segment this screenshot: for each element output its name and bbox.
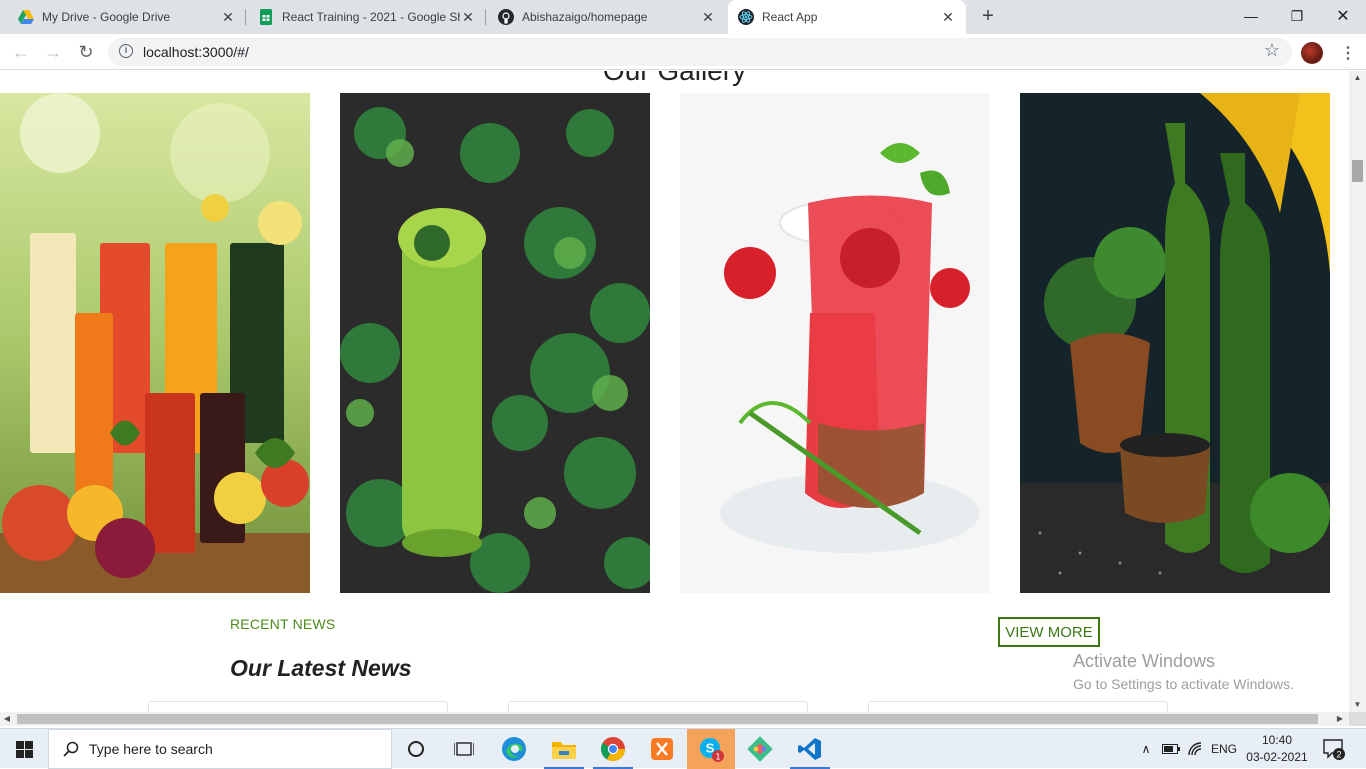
tab-title: Abishazaigo/homepage — [522, 10, 648, 24]
windows-start-button[interactable] — [0, 729, 48, 769]
bookmark-star-icon[interactable]: ☆ — [1264, 40, 1280, 61]
cortana-icon[interactable] — [392, 729, 440, 769]
search-icon — [63, 741, 79, 757]
tab-google-sheets[interactable]: React Training - 2021 - Google Sheets ✕ — [248, 0, 486, 34]
taskbar-search-box[interactable]: Type here to search — [48, 729, 392, 769]
url-text[interactable]: localhost:3000/#/ — [143, 44, 249, 60]
news-card[interactable] — [148, 701, 448, 712]
vscode-icon[interactable] — [786, 729, 834, 769]
scroll-down-icon[interactable]: ▼ — [1349, 698, 1366, 712]
tab-google-drive[interactable]: My Drive - Google Drive ✕ — [8, 0, 246, 34]
tab-title: React Training - 2021 - Google Sheets — [282, 10, 460, 24]
latest-news-title: Our Latest News — [230, 655, 412, 681]
task-view-icon[interactable] — [440, 729, 488, 769]
gallery-title: Our Gallery — [0, 71, 1349, 87]
back-icon[interactable]: ← — [9, 40, 33, 64]
file-explorer-icon[interactable] — [540, 729, 588, 769]
edge-browser-icon[interactable] — [490, 729, 538, 769]
scroll-right-icon[interactable]: ▶ — [1333, 712, 1347, 726]
xampp-icon[interactable] — [638, 729, 686, 769]
gallery-image-tomato-juice — [680, 93, 990, 593]
google-drive-icon — [18, 9, 34, 25]
git-kraken-icon[interactable] — [736, 729, 784, 769]
activate-windows-title: Activate Windows — [1073, 651, 1216, 671]
battery-icon[interactable] — [1160, 729, 1182, 769]
tab-title: React App — [762, 10, 818, 24]
notification-center-icon[interactable]: 2 — [1322, 737, 1346, 761]
profile-avatar[interactable] — [1301, 42, 1323, 64]
language-indicator[interactable]: ENG — [1208, 729, 1240, 769]
gallery-image-fruit-juices — [0, 93, 310, 593]
page-viewport: Our Gallery — [0, 71, 1349, 712]
windows-logo-icon — [15, 740, 33, 758]
taskbar-clock[interactable]: 10:40 03-02-2021 — [1240, 732, 1314, 766]
close-tab-icon[interactable]: ✕ — [460, 9, 476, 25]
horizontal-scroll-thumb[interactable] — [17, 714, 1318, 724]
view-more-button[interactable]: VIEW MORE — [998, 617, 1100, 647]
tab-github[interactable]: Abishazaigo/homepage ✕ — [488, 0, 726, 34]
vertical-scrollbar[interactable]: ▲ ▼ — [1349, 71, 1366, 712]
gallery-image-spinach-smoothie — [1020, 93, 1330, 593]
close-tab-icon[interactable]: ✕ — [220, 9, 236, 25]
horizontal-scrollbar[interactable]: ◀ ▶ — [0, 712, 1349, 726]
react-icon — [738, 9, 754, 25]
tab-title: My Drive - Google Drive — [42, 10, 171, 24]
recent-news-label: RECENT NEWS — [230, 616, 336, 632]
gallery-image-kale-smoothie — [340, 93, 650, 593]
windows-taskbar: Type here to search S1 ∧ ENG 10:40 03-02… — [0, 728, 1366, 769]
show-hidden-icons-icon[interactable]: ∧ — [1136, 729, 1156, 769]
close-tab-icon[interactable]: ✕ — [940, 9, 956, 25]
skype-icon[interactable]: S1 — [687, 729, 735, 769]
clock-time: 10:40 — [1261, 733, 1293, 747]
scrollbar-corner — [1349, 712, 1366, 726]
browser-toolbar: ← → ↻ i localhost:3000/#/ ☆ ⋮ — [0, 34, 1366, 70]
restore-button[interactable]: ❐ — [1274, 0, 1320, 32]
news-card[interactable] — [508, 701, 808, 712]
chrome-icon[interactable] — [589, 729, 637, 769]
tab-react-app[interactable]: React App ✕ — [728, 0, 966, 34]
scroll-up-icon[interactable]: ▲ — [1349, 71, 1366, 85]
close-window-button[interactable]: ✕ — [1320, 0, 1366, 32]
browser-tab-strip: My Drive - Google Drive ✕ React Training… — [0, 0, 1366, 34]
activate-windows-text: Go to Settings to activate Windows. — [1073, 676, 1294, 692]
notification-count: 2 — [1336, 750, 1341, 760]
vertical-scroll-thumb[interactable] — [1352, 160, 1363, 182]
scroll-left-icon[interactable]: ◀ — [0, 712, 14, 726]
search-placeholder: Type here to search — [89, 741, 213, 757]
wifi-icon[interactable] — [1185, 729, 1207, 769]
new-tab-button[interactable]: + — [976, 5, 1000, 29]
reload-icon[interactable]: ↻ — [74, 40, 98, 64]
browser-menu-icon[interactable]: ⋮ — [1340, 43, 1356, 63]
clock-date: 03-02-2021 — [1246, 750, 1308, 764]
close-tab-icon[interactable]: ✕ — [700, 9, 716, 25]
github-icon — [498, 9, 514, 25]
minimize-button[interactable]: — — [1228, 0, 1274, 32]
news-card[interactable] — [868, 701, 1168, 712]
site-info-icon[interactable]: i — [119, 44, 133, 58]
address-bar[interactable]: i localhost:3000/#/ ☆ — [108, 38, 1292, 66]
google-sheets-icon — [258, 9, 274, 25]
skype-badge: 1 — [715, 752, 720, 762]
forward-icon[interactable]: → — [41, 40, 65, 64]
